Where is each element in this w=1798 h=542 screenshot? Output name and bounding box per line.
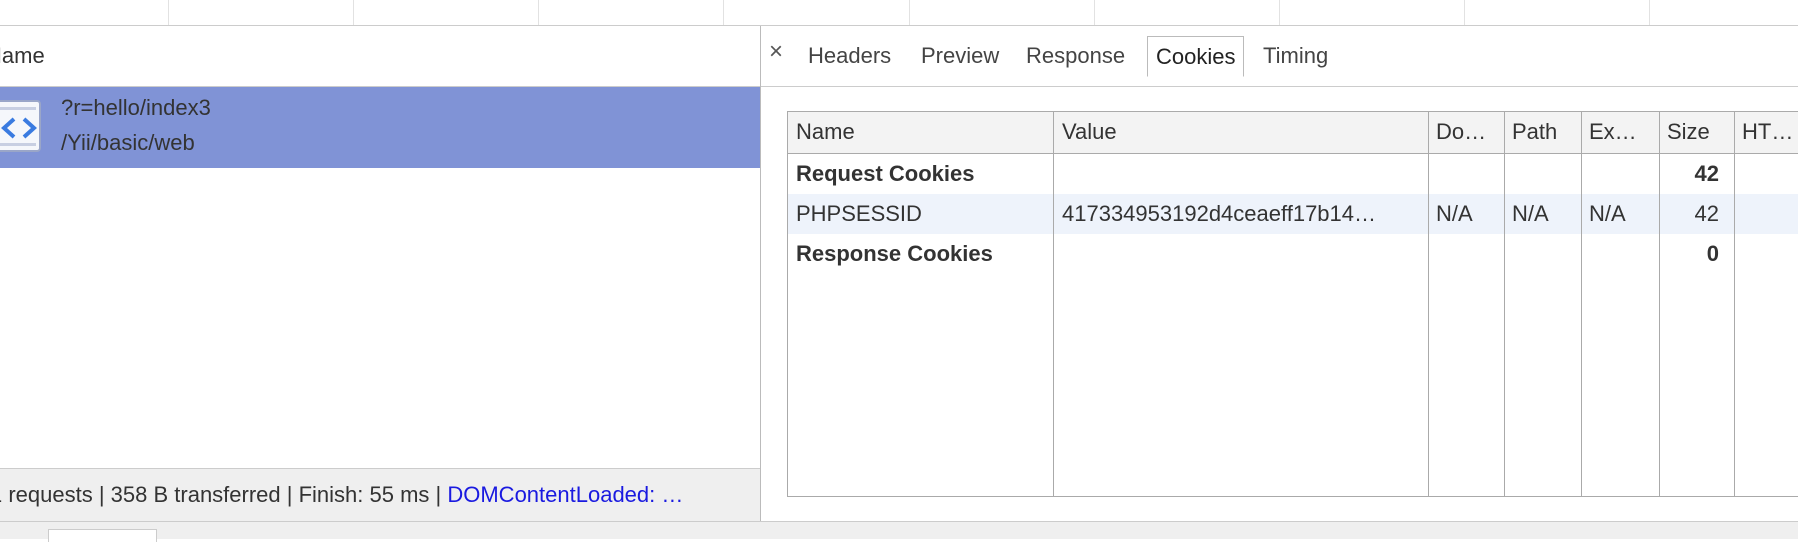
tab-cookies[interactable]: Cookies [1147,36,1245,77]
timeline-gridline [353,0,354,25]
cookie-expires: N/A [1589,201,1626,226]
cookie-name: PHPSESSID [796,201,922,226]
cookie-size: 42 [1694,161,1719,186]
drawer-tab[interactable] [48,529,157,542]
column-divider[interactable] [1581,112,1582,496]
cookie-group-label: Response Cookies [796,241,993,266]
cookie-domain: N/A [1436,201,1473,226]
tab-headers[interactable]: Headers [800,36,899,76]
timeline-gridline [168,0,169,25]
column-header-httponly[interactable]: HT… [1742,119,1798,145]
cookies-table-header: Name Value Do… Path Ex… Size HT… [788,112,1798,154]
table-row-cookie[interactable]: PHPSESSID 417334953192d4ceaeff17b14… N/A… [788,194,1798,234]
timeline-gridline [1094,0,1095,25]
tab-timing[interactable]: Timing [1255,36,1336,76]
timeline-gridline [723,0,724,25]
timeline-gridline [1649,0,1650,25]
column-header-value[interactable]: Value [1062,119,1428,145]
name-column-label: Name [0,43,45,68]
summary-text: 1 requests | 358 B transferred | Finish:… [0,482,448,507]
timeline-overview[interactable] [0,0,1798,26]
drawer-tab-strip [0,521,1798,542]
timeline-gridline [1464,0,1465,25]
table-row-request-cookies[interactable]: Request Cookies 42 [788,154,1798,194]
timeline-gridline [538,0,539,25]
column-header-expires[interactable]: Ex… [1589,119,1651,145]
column-header-name[interactable]: Name [796,119,1046,145]
column-header-size[interactable]: Size [1667,119,1729,145]
document-code-icon [0,100,41,152]
column-divider[interactable] [1504,112,1505,496]
detail-tab-bar: × Headers Preview Response Cookies Timin… [761,26,1798,87]
table-row-response-cookies[interactable]: Response Cookies 0 [788,234,1798,274]
column-divider[interactable] [1659,112,1660,496]
cookie-size: 0 [1706,241,1719,266]
request-path: /Yii/basic/web [61,130,195,155]
cookie-value: 417334953192d4ceaeff17b14… [1062,201,1377,226]
column-divider[interactable] [1053,112,1054,496]
domcontentloaded-text[interactable]: DOMContentLoaded: … [447,482,683,507]
cookie-size: 42 [1694,201,1719,226]
close-icon[interactable]: × [769,38,783,66]
timeline-gridline [909,0,910,25]
tab-response[interactable]: Response [1018,36,1133,76]
request-list-panel: Name ?r=hello/index3 /Yii/basic/web 1 re… [0,26,761,522]
column-header-path[interactable]: Path [1512,119,1574,145]
request-row[interactable]: ?r=hello/index3 /Yii/basic/web [0,87,760,168]
cookie-path: N/A [1512,201,1549,226]
request-name: ?r=hello/index3 [61,95,211,120]
timeline-gridline [1279,0,1280,25]
column-header-domain[interactable]: Do… [1436,119,1498,145]
tab-preview[interactable]: Preview [913,36,1007,76]
cookies-table: Name Value Do… Path Ex… Size HT… Request… [787,111,1798,497]
cookie-group-label: Request Cookies [796,161,975,186]
request-detail-panel: × Headers Preview Response Cookies Timin… [761,26,1798,521]
name-column-header[interactable]: Name [0,26,760,87]
column-divider[interactable] [1428,112,1429,496]
column-divider[interactable] [1734,112,1735,496]
network-summary-bar: 1 requests | 358 B transferred | Finish:… [0,468,760,522]
